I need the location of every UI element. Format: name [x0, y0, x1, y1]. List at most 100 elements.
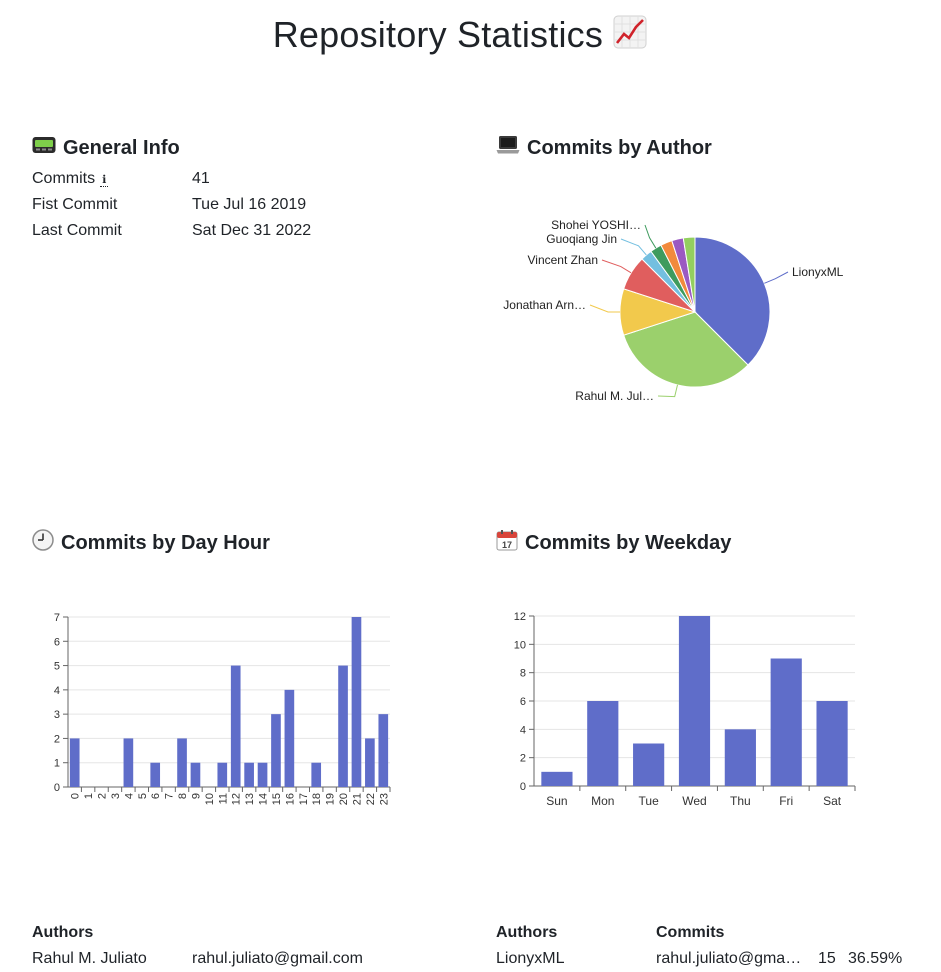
- y-tick-label: 6: [54, 636, 60, 648]
- x-tick-label: 6: [150, 793, 162, 799]
- bar: [365, 738, 375, 787]
- general-info-table: Commits ℹ 41 Fist Commit Tue Jul 16 2019…: [32, 166, 311, 244]
- author-chart-title-text: Commits by Author: [527, 136, 712, 159]
- x-tick-label: Sat: [823, 794, 842, 808]
- bar: [230, 665, 241, 787]
- pie-leader-line: [657, 384, 678, 398]
- info-value-last-commit: Sat Dec 31 2022: [192, 222, 312, 239]
- bar: [257, 762, 268, 787]
- bar: [217, 762, 228, 787]
- chart-increasing-icon: [613, 15, 647, 56]
- info-row-commits: Commits ℹ 41: [32, 166, 311, 192]
- bar: [123, 738, 134, 787]
- hour-bar-chart: 012345670 1 2 3 4 5 6 7 8 9 10 11 12 13 14 15 16 17 18 19 20…: [54, 612, 391, 805]
- bar: [69, 738, 80, 787]
- bar: [190, 762, 201, 787]
- x-tick-label: 3: [110, 793, 122, 799]
- y-tick-label: 4: [54, 685, 60, 697]
- table-header: Authors Commits: [496, 920, 902, 946]
- info-value-first-commit: Tue Jul 16 2019: [192, 196, 307, 213]
- bar: [284, 689, 295, 787]
- x-tick-label: Mon: [591, 794, 614, 808]
- pie-leader-line: [601, 259, 632, 274]
- y-tick-label: 3: [54, 709, 60, 721]
- y-tick-label: 0: [520, 781, 526, 793]
- bar: [541, 771, 573, 786]
- x-tick-label: Thu: [730, 794, 751, 808]
- y-tick-label: 1: [54, 758, 60, 770]
- bar: [587, 701, 619, 786]
- page-title: Repository Statistics: [0, 14, 920, 56]
- weekday-chart-title: 17 Commits by Weekday: [496, 529, 731, 557]
- info-row-last-commit: Last Commit Sat Dec 31 2022: [32, 218, 311, 244]
- clock-icon: [32, 529, 54, 557]
- x-tick-label: 14: [258, 793, 270, 805]
- x-tick-label: 22: [365, 793, 377, 805]
- bar: [678, 616, 711, 786]
- author-percent: 36.59%: [848, 950, 903, 967]
- x-tick-label: 2: [97, 793, 109, 799]
- x-tick-label: Sun: [546, 794, 567, 808]
- y-tick-label: 4: [520, 724, 526, 736]
- y-tick-label: 12: [514, 611, 526, 623]
- author-name: LionyxML: [496, 950, 565, 967]
- x-tick-label: 8: [177, 793, 189, 799]
- pie-leader-line: [589, 304, 620, 313]
- x-tick-label: 20: [338, 793, 350, 805]
- y-tick-label: 8: [520, 668, 526, 680]
- info-label-last-commit: Last Commit: [32, 222, 122, 239]
- table-header: Authors: [32, 920, 363, 946]
- bar: [311, 762, 322, 787]
- x-tick-label: 4: [123, 793, 135, 799]
- y-tick-label: 2: [520, 753, 526, 765]
- x-tick-label: Fri: [779, 794, 793, 808]
- table-row: Rahul M. Juliato rahul.juliato@gmail.com: [32, 946, 363, 972]
- svg-text:17: 17: [502, 540, 512, 550]
- pie-leader-line: [764, 271, 789, 284]
- pager-icon: [32, 136, 56, 160]
- y-tick-label: 7: [54, 612, 60, 624]
- header-authors: Authors: [496, 924, 558, 941]
- x-tick-label: 10: [204, 793, 216, 805]
- bar: [271, 714, 281, 787]
- bar: [244, 762, 254, 787]
- y-tick-label: 6: [520, 696, 526, 708]
- x-tick-label: 17: [298, 793, 310, 805]
- author-email: rahul.juliato@gmail.com: [192, 950, 363, 967]
- x-tick-label: 12: [231, 793, 243, 805]
- author-chart-title: Commits by Author: [496, 135, 712, 161]
- info-label-commits: Commits: [32, 170, 96, 187]
- pie-label: Jonathan Arn…: [503, 298, 586, 312]
- author-email: rahul.juliato@gma…: [656, 950, 802, 967]
- bar: [351, 617, 362, 787]
- authors-table-left: Authors Rahul M. Juliato rahul.juliato@g…: [32, 920, 363, 972]
- bar: [150, 762, 161, 787]
- pie-label: Vincent Zhan: [528, 253, 599, 267]
- info-label-first-commit: Fist Commit: [32, 196, 118, 213]
- info-row-first-commit: Fist Commit Tue Jul 16 2019: [32, 192, 311, 218]
- pie-leader-line: [620, 238, 647, 256]
- pie-label: LionyxML: [792, 265, 844, 279]
- bar: [633, 743, 665, 786]
- author-pie-chart: LionyxML Rahul M. Jul… Jonathan Arn… Vincen…: [503, 218, 844, 403]
- pie-label: Shohei YOSHI…: [551, 218, 641, 232]
- info-icon[interactable]: ℹ: [100, 174, 109, 187]
- x-tick-label: 16: [284, 793, 296, 805]
- calendar-icon: 17: [496, 529, 518, 557]
- x-tick-label: 5: [137, 793, 149, 799]
- y-tick-label: 5: [54, 661, 60, 673]
- pie-label: Guoqiang Jin: [546, 232, 617, 246]
- x-tick-label: 7: [164, 793, 176, 799]
- x-tick-label: 18: [311, 793, 323, 805]
- general-info-title-text: General Info: [63, 136, 180, 159]
- pie-leader-line: [644, 224, 657, 249]
- authors-table-right: Authors Commits LionyxML rahul.juliato@g…: [496, 920, 902, 972]
- header-authors: Authors: [32, 924, 94, 941]
- x-tick-label: 23: [378, 793, 390, 805]
- y-tick-label: 0: [54, 782, 60, 794]
- x-tick-label: 1: [83, 793, 95, 799]
- y-tick-label: 10: [514, 639, 526, 651]
- x-tick-label: 21: [351, 793, 363, 805]
- table-row: LionyxML rahul.juliato@gma… 15 36.59%: [496, 946, 902, 972]
- hour-chart-title-text: Commits by Day Hour: [61, 531, 270, 554]
